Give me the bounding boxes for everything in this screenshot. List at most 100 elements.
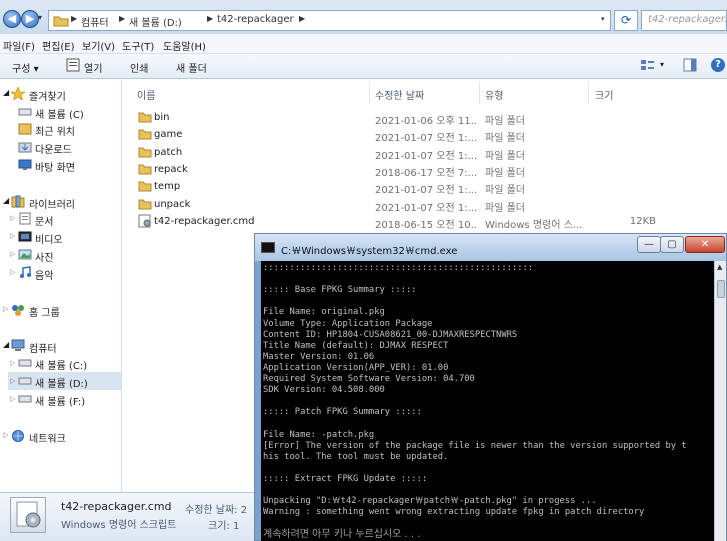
preview-pane-icon[interactable] xyxy=(683,58,697,72)
drive-f-icon xyxy=(18,395,32,403)
menu-tools[interactable]: 도구(T) xyxy=(122,38,154,53)
console-line: [Error] The version of the package file … xyxy=(263,440,687,451)
file-row-date: 2021-01-07 오전 1:... xyxy=(375,185,478,196)
minimize-button[interactable]: — xyxy=(637,236,661,253)
expand-homegroup-icon[interactable]: ▷ xyxy=(3,305,8,313)
collapse-favorites-icon[interactable]: ◢ xyxy=(3,88,9,97)
expand-volume-f-icon[interactable]: ▷ xyxy=(10,395,15,403)
view-dropdown-icon[interactable]: ▾ xyxy=(660,60,664,69)
nav-music[interactable]: 음악 xyxy=(35,267,53,282)
maximize-button[interactable]: ▢ xyxy=(660,236,684,253)
folder-icon xyxy=(138,181,152,192)
computer-icon xyxy=(11,339,25,351)
drive-d-icon xyxy=(18,377,32,385)
script-file-icon xyxy=(138,214,151,228)
nav-pictures[interactable]: 사진 xyxy=(35,249,53,264)
file-row-type: Windows 명령어 스... xyxy=(485,220,583,231)
nav-favorites[interactable]: 즐겨찾기 xyxy=(29,88,66,103)
column-header-size[interactable]: 크기 xyxy=(595,87,613,102)
console-output[interactable]: ::::::::::::::::::::::::::::::::::::::::… xyxy=(261,261,714,541)
nav-libraries[interactable]: 라이브러리 xyxy=(29,196,75,211)
file-row-date: 2018-06-17 오전 7:... xyxy=(375,168,478,179)
console-line: ::::::::::::::::::::::::::::::::::::::::… xyxy=(263,263,534,273)
file-row-name[interactable]: unpack xyxy=(154,199,190,210)
menu-help[interactable]: 도움말(H) xyxy=(163,38,206,53)
scroll-up-icon[interactable]: ▲ xyxy=(717,263,722,271)
expand-volume-c-icon[interactable]: ▷ xyxy=(10,359,15,367)
forward-button[interactable]: ▶ xyxy=(21,10,39,28)
star-icon xyxy=(11,87,25,100)
address-bar[interactable]: ▶ 컴퓨터 ▶ 새 볼륨 (D:) ▶ t42-repackager ▶ xyxy=(48,10,611,31)
expand-videos-icon[interactable]: ▷ xyxy=(10,232,15,240)
file-row-type: 파일 폴더 xyxy=(485,116,525,127)
nav-computer[interactable]: 컴퓨터 xyxy=(29,340,57,355)
folder-icon xyxy=(138,199,152,210)
nav-volume-f[interactable]: 새 볼륨 (F:) xyxy=(35,393,85,408)
recent-pages-dropdown[interactable]: ▾ xyxy=(38,13,42,22)
expand-volume-d-icon[interactable]: ▷ xyxy=(10,377,15,385)
scroll-thumb[interactable] xyxy=(717,280,725,298)
nav-volume-c[interactable]: 새 볼륨 (C:) xyxy=(35,357,87,372)
drive-c-icon xyxy=(18,359,32,367)
help-icon[interactable]: ? xyxy=(711,58,725,72)
downloads-icon xyxy=(18,142,32,153)
new-folder-button[interactable]: 새 폴더 xyxy=(176,60,207,75)
nav-documents[interactable]: 문서 xyxy=(35,213,53,228)
back-button[interactable]: ◀ xyxy=(3,10,21,28)
nav-network[interactable]: 네트워크 xyxy=(29,430,66,445)
nav-favorites-volume-c[interactable]: 새 볼륨 (C) xyxy=(35,106,84,121)
collapse-computer-icon[interactable]: ◢ xyxy=(3,340,9,349)
file-row-name[interactable]: temp xyxy=(154,181,180,192)
close-button[interactable]: ✕ xyxy=(685,236,725,253)
file-row-type: 파일 폴더 xyxy=(485,151,525,162)
column-header-type[interactable]: 유형 xyxy=(485,87,503,102)
collapse-libraries-icon[interactable]: ◢ xyxy=(3,196,9,205)
folder-icon xyxy=(138,112,152,123)
file-row-name[interactable]: t42-repackager.cmd xyxy=(154,216,254,227)
nav-downloads[interactable]: 다운로드 xyxy=(35,141,72,156)
column-header-name[interactable]: 이름 xyxy=(137,87,155,102)
print-button[interactable]: 인쇄 xyxy=(130,60,148,75)
nav-recent-places[interactable]: 최근 위치 xyxy=(35,123,75,138)
command-bar: 구성 ▾ 열기 인쇄 새 폴더 ▾ ? xyxy=(0,54,727,79)
file-row-name[interactable]: repack xyxy=(154,164,188,175)
file-row-type: 파일 폴더 xyxy=(485,185,525,196)
breadcrumb-t42-repackager[interactable]: t42-repackager xyxy=(217,14,294,25)
file-row-type: 파일 폴더 xyxy=(485,168,525,179)
folder-icon xyxy=(53,16,69,27)
address-dropdown[interactable]: ▾ xyxy=(601,15,605,23)
menu-file[interactable]: 파일(F) xyxy=(3,38,35,53)
menu-edit[interactable]: 편집(E) xyxy=(42,38,75,53)
libraries-icon xyxy=(11,195,25,208)
details-file-name: t42-repackager.cmd xyxy=(61,500,172,513)
script-file-large-icon xyxy=(10,497,46,533)
console-scrollbar[interactable]: ▲ xyxy=(714,261,726,541)
expand-documents-icon[interactable]: ▷ xyxy=(10,214,15,222)
refresh-button[interactable]: ⟳ xyxy=(614,10,638,31)
nav-desktop[interactable]: 바탕 화면 xyxy=(35,159,75,174)
nav-volume-d[interactable]: 새 볼륨 (D:) xyxy=(35,375,88,390)
breadcrumb-volume-d[interactable]: 새 볼륨 (D:) xyxy=(129,14,182,29)
expand-pictures-icon[interactable]: ▷ xyxy=(10,250,15,258)
view-options-icon[interactable] xyxy=(640,58,656,72)
address-row: ◀ ▶ ▾ ▶ 컴퓨터 ▶ 새 볼륨 (D:) ▶ t42-repackager… xyxy=(0,0,727,34)
column-header-date[interactable]: 수정한 날짜 xyxy=(375,87,424,102)
nav-videos[interactable]: 비디오 xyxy=(35,231,63,246)
open-button[interactable]: 열기 xyxy=(84,60,102,75)
file-row-name[interactable]: game xyxy=(154,129,182,140)
desktop-icon xyxy=(18,159,32,170)
file-row-name[interactable]: patch xyxy=(154,147,182,158)
menu-view[interactable]: 보기(V) xyxy=(82,38,115,53)
breadcrumb-computer[interactable]: 컴퓨터 xyxy=(81,14,109,29)
console-icon xyxy=(261,242,275,253)
expand-network-icon[interactable]: ▷ xyxy=(3,431,8,439)
console-line: Unpacking "D:￦t42-repackager￦patch￦-patc… xyxy=(263,496,597,507)
organize-button[interactable]: 구성 ▾ xyxy=(12,60,39,75)
menu-bar: 파일(F) 편집(E) 보기(V) 도구(T) 도움말(H) xyxy=(0,34,727,54)
file-row-name[interactable]: bin xyxy=(154,112,169,123)
expand-music-icon[interactable]: ▷ xyxy=(10,268,15,276)
console-line: his tool. The tool must be updated. xyxy=(263,451,449,462)
search-input[interactable]: t42-repackager... xyxy=(641,10,727,31)
cmd-title-bar[interactable]: C:￦Windows￦system32￦cmd.exe — ▢ ✕ xyxy=(255,234,726,261)
nav-homegroup[interactable]: 홈 그룹 xyxy=(29,304,60,319)
